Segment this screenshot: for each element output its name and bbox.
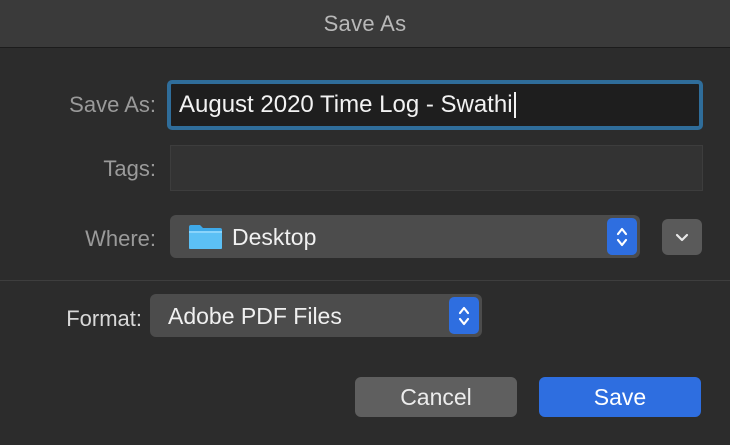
section-divider — [0, 280, 730, 281]
where-label: Where: — [85, 226, 156, 251]
text-caret — [513, 92, 516, 118]
expand-browser-button[interactable] — [662, 219, 702, 255]
dialog-title: Save As — [323, 10, 407, 36]
where-stepper-icon — [607, 218, 637, 255]
save-as-label: Save As: — [69, 92, 156, 117]
filename-text: August 2020 Time Log - Swathi — [179, 91, 513, 118]
format-label: Format: — [66, 306, 142, 331]
title-bar: Save As — [0, 0, 730, 48]
save-button[interactable]: Save — [539, 377, 701, 417]
save-as-dialog: Save As Save As: August 2020 Time Log - … — [0, 0, 730, 445]
filename-input[interactable]: August 2020 Time Log - Swathi — [167, 80, 703, 130]
where-popup-button[interactable]: Desktop — [170, 215, 640, 258]
tags-label: Tags: — [103, 156, 156, 181]
format-stepper-icon — [449, 297, 479, 334]
tags-input[interactable] — [170, 145, 703, 191]
chevron-down-icon — [675, 233, 689, 242]
format-value: Adobe PDF Files — [168, 303, 342, 329]
where-value: Desktop — [232, 224, 317, 250]
format-popup-button[interactable]: Adobe PDF Files — [150, 294, 482, 337]
folder-icon — [189, 225, 222, 249]
cancel-button[interactable]: Cancel — [355, 377, 517, 417]
